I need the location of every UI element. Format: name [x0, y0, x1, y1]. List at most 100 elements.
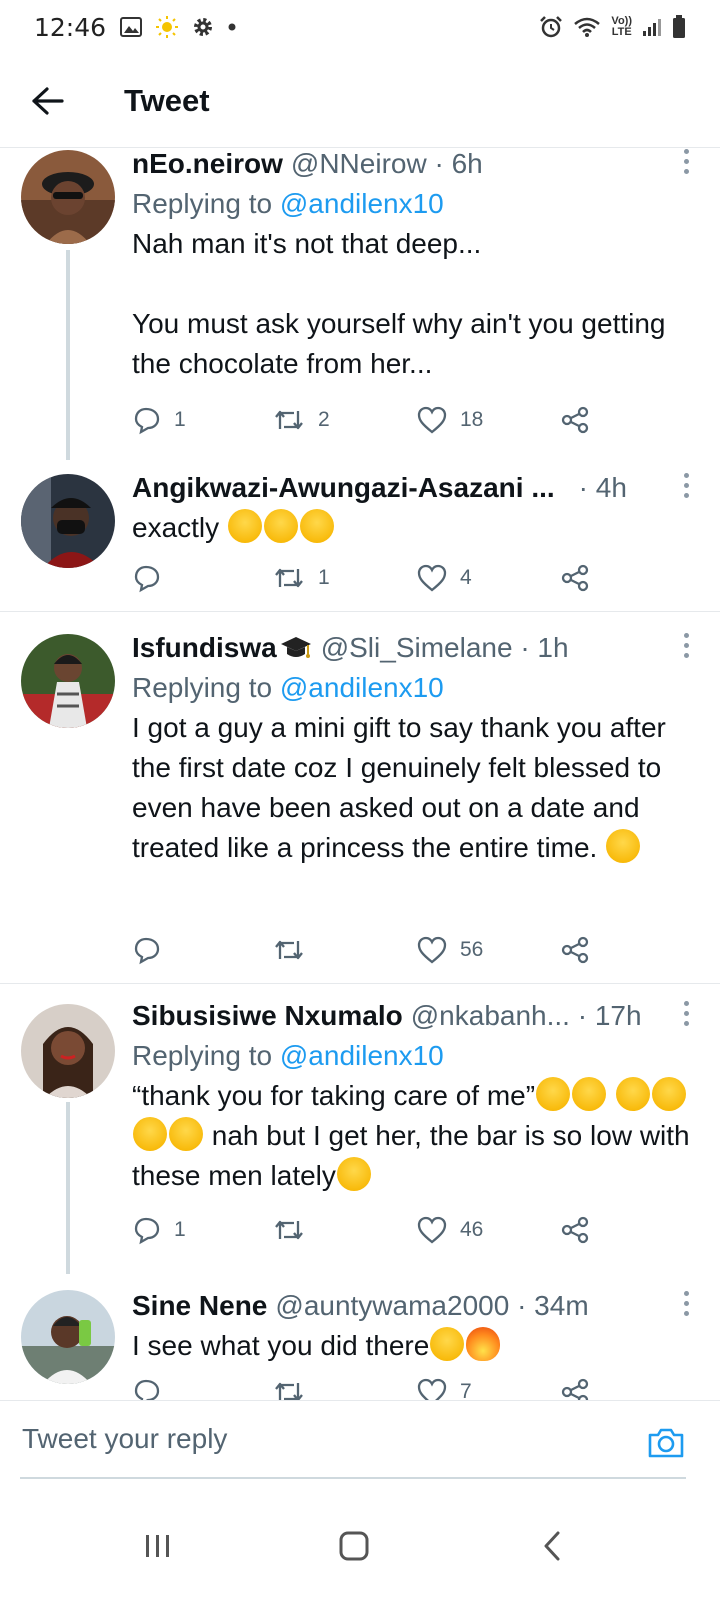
retweet-count: 2: [318, 408, 330, 431]
more-options-icon[interactable]: [676, 148, 696, 176]
signal-icon: [642, 17, 662, 37]
avatar[interactable]: [21, 150, 115, 244]
timestamp-text: · 17h: [577, 1000, 642, 1031]
tweet-text: Nah man it's not that deep... You must a…: [132, 228, 666, 379]
like-button[interactable]: 56: [416, 930, 483, 970]
replying-prefix: Replying to: [132, 672, 280, 703]
retweet-icon: [275, 1382, 303, 1400]
system-back-button[interactable]: [522, 1516, 582, 1576]
notification-dot-icon: [228, 23, 236, 31]
user-handle[interactable]: @NNeirow: [291, 148, 427, 184]
user-handle[interactable]: @Sli_Simelane: [321, 628, 513, 668]
display-name[interactable]: Sibusisiwe Nxumalo: [132, 996, 403, 1036]
like-count: 46: [460, 1218, 484, 1241]
tweet-actions: 56: [132, 930, 602, 970]
display-name[interactable]: Sine Nene: [132, 1286, 267, 1326]
like-button[interactable]: 18: [416, 400, 483, 440]
reply-icon: [134, 1379, 160, 1400]
more-options-icon[interactable]: [676, 1288, 696, 1318]
timestamp: · 34m: [509, 1286, 589, 1326]
tweet-actions: 1 2 18: [132, 400, 602, 440]
user-handle[interactable]: @nkabanh...: [411, 996, 570, 1036]
replying-to-link[interactable]: @andilenx10: [280, 672, 444, 703]
share-button[interactable]: [560, 558, 590, 598]
reply-button[interactable]: 1: [132, 400, 186, 440]
alarm-icon: [539, 15, 563, 39]
retweet-button[interactable]: 2: [272, 400, 330, 440]
tweet-body: Angikwazi-Awungazi-Asazani ... · 4h exac…: [132, 468, 700, 548]
recent-apps-button[interactable]: [128, 1516, 188, 1576]
retweet-button[interactable]: [272, 1372, 318, 1400]
avatar[interactable]: [21, 1004, 115, 1098]
tweet-header: nEo.neirow @NNeirow · 6h: [132, 148, 700, 184]
like-button[interactable]: 4: [416, 558, 472, 598]
reply-icon: [134, 565, 160, 593]
tweet-text-content: I see what you did there: [132, 1330, 430, 1361]
like-button[interactable]: 46: [416, 1210, 483, 1250]
loudly-crying-emoji: [430, 1327, 465, 1361]
tweet-text: I got a guy a mini gift to say thank you…: [132, 708, 700, 868]
more-options-icon[interactable]: [676, 630, 696, 660]
display-name[interactable]: Isfundiswa: [132, 628, 277, 668]
avatar[interactable]: [21, 1290, 115, 1384]
reply-feed[interactable]: nEo.neirow @NNeirow · 6h Replying to @an…: [0, 148, 720, 1400]
more-options-icon[interactable]: [676, 470, 696, 500]
tweet-header: Angikwazi-Awungazi-Asazani ... · 4h: [132, 468, 700, 508]
tweet-text: “thank you for taking care of me” nah bu…: [132, 1076, 700, 1196]
tweet-neo-neirow[interactable]: nEo.neirow @NNeirow · 6h Replying to @an…: [0, 148, 720, 460]
retweet-count: 1: [318, 566, 330, 589]
heart-icon: [417, 1216, 447, 1244]
reply-icon: [134, 1217, 160, 1245]
share-button[interactable]: [560, 1372, 590, 1400]
replying-to-link[interactable]: @andilenx10: [280, 188, 444, 219]
replying-to-link[interactable]: @andilenx10: [280, 1040, 444, 1071]
heart-icon: [417, 564, 447, 592]
status-bar: 12:46 Vo)) LTE: [0, 0, 720, 54]
home-button[interactable]: [324, 1516, 384, 1576]
loudly-crying-emoji: [536, 1077, 571, 1111]
share-button[interactable]: [560, 400, 590, 440]
avatar[interactable]: [21, 474, 115, 568]
replying-prefix: Replying to: [132, 1040, 280, 1071]
avatar[interactable]: [21, 634, 115, 728]
reply-button[interactable]: [132, 1372, 174, 1400]
camera-button[interactable]: [646, 1423, 686, 1463]
reply-button[interactable]: 1: [132, 1210, 186, 1250]
android-nav-bar: [0, 1490, 720, 1600]
retweet-icon: [275, 410, 303, 430]
retweet-button[interactable]: [272, 1210, 318, 1250]
tweet-text-part1: “thank you for taking care of me”: [132, 1080, 536, 1111]
back-button[interactable]: [18, 71, 78, 131]
battery-icon: [672, 15, 686, 39]
replying-prefix: Replying to: [132, 188, 280, 219]
share-button[interactable]: [560, 930, 590, 970]
reply-input[interactable]: Tweet your reply: [22, 1423, 227, 1455]
reply-count: 1: [174, 1218, 186, 1241]
like-button[interactable]: 7: [416, 1372, 472, 1400]
tweet-header: Sibusisiwe Nxumalo @nkabanh... · 17h: [132, 996, 700, 1036]
replying-to: Replying to @andilenx10: [132, 184, 700, 224]
tweet-body: Sine Nene @auntywama2000 · 34m I see wha…: [132, 1286, 700, 1366]
display-name[interactable]: nEo.neirow: [132, 148, 283, 184]
share-button[interactable]: [560, 1210, 590, 1250]
share-icon: [561, 936, 589, 964]
tweet-actions: 7: [132, 1372, 602, 1400]
display-name[interactable]: Angikwazi-Awungazi-Asazani ...: [132, 468, 555, 508]
camera-icon: [648, 1428, 684, 1458]
tweet-isfundiswa[interactable]: Isfundiswa @Sli_Simelane · 1h Replying t…: [0, 612, 720, 984]
tweet-text-content: exactly: [132, 512, 220, 543]
timestamp-text: · 1h: [520, 632, 569, 663]
retweet-button[interactable]: 1: [272, 558, 330, 598]
timestamp-text: · 4h: [578, 472, 627, 503]
tears-of-joy-emoji: [299, 509, 334, 543]
reply-button[interactable]: [132, 558, 174, 598]
tweet-angikwazi[interactable]: Angikwazi-Awungazi-Asazani ... · 4h exac…: [0, 460, 720, 612]
more-options-icon[interactable]: [676, 998, 696, 1028]
loudly-crying-emoji: [651, 1077, 686, 1111]
user-handle[interactable]: @auntywama2000: [275, 1286, 509, 1326]
retweet-button[interactable]: [272, 930, 318, 970]
replying-to: Replying to @andilenx10: [132, 1036, 700, 1076]
reply-button[interactable]: [132, 930, 174, 970]
tears-of-joy-emoji: [263, 509, 298, 543]
tears-of-joy-emoji: [227, 509, 262, 543]
